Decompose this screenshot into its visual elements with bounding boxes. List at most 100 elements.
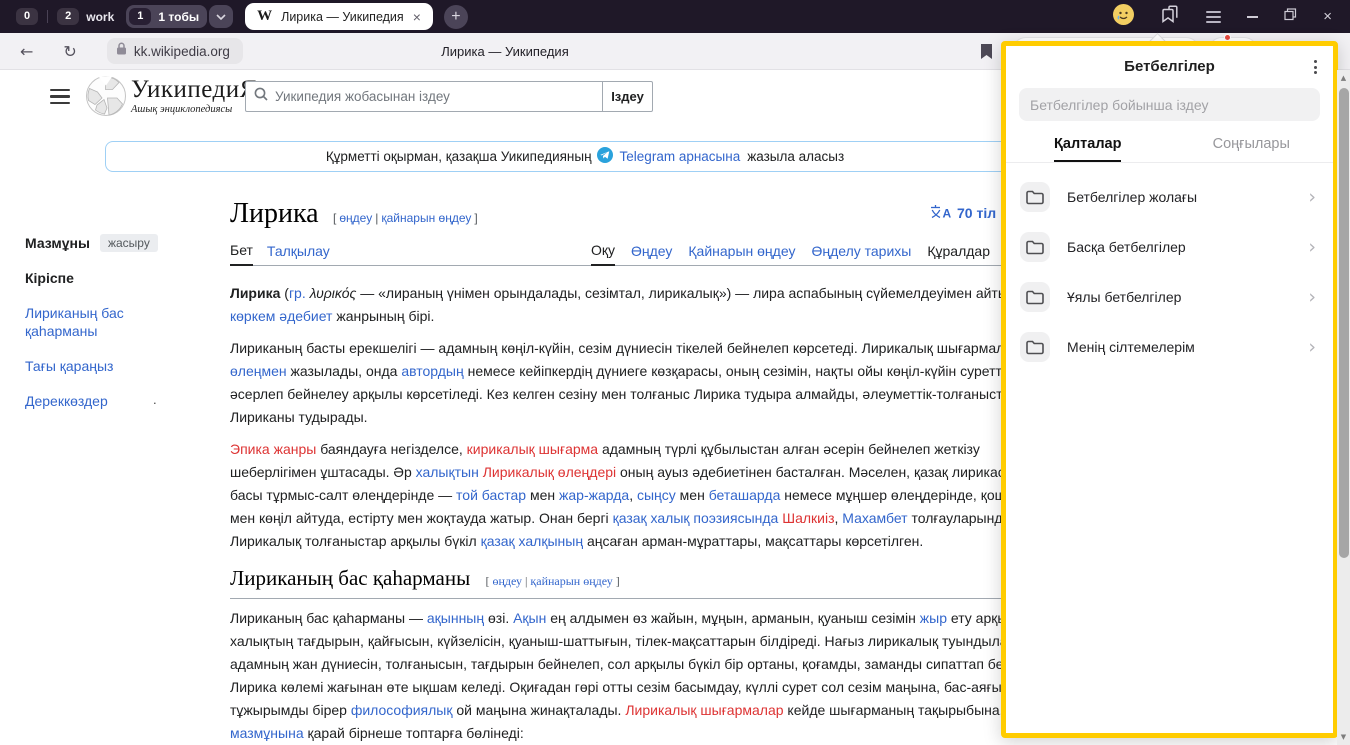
banner-text: жазыла аласыз xyxy=(747,149,844,164)
toc-hide-button[interactable]: жасыру xyxy=(100,234,158,252)
tab-history[interactable]: Өңделу тарихы xyxy=(811,243,911,265)
scroll-up-icon[interactable]: ▲ xyxy=(1337,74,1350,82)
chevron-right-icon: › xyxy=(1308,288,1316,307)
wikipedia-wordmark[interactable]: УикипедиЯ Ашық энциклопедиясы xyxy=(131,77,257,115)
folder-item-mobile-bookmarks[interactable]: Ұялы бетбелгілер › xyxy=(1006,272,1333,322)
kebab-menu-icon[interactable] xyxy=(1312,58,1319,76)
language-selector[interactable]: A 70 тіл xyxy=(930,204,996,222)
close-window-button[interactable]: × xyxy=(1323,9,1332,24)
tab-article[interactable]: Бет xyxy=(230,242,253,266)
wiki-link[interactable]: мазмұнына xyxy=(230,725,304,741)
telegram-banner: Құрметті оқырман, қазақша Уикипедияның T… xyxy=(105,141,1065,172)
edit-source-link[interactable]: қайнарын өңдеу xyxy=(381,211,471,225)
url-field[interactable]: kk.wikipedia.org xyxy=(107,38,243,64)
folder-icon xyxy=(1020,282,1050,312)
tab-tools[interactable]: Құралдар xyxy=(927,243,990,265)
wiki-link[interactable]: беташарда xyxy=(709,487,781,503)
tab-group-toby-count: 1 xyxy=(129,8,151,25)
wiki-link[interactable]: жар-жарда xyxy=(559,487,629,503)
bookmarks-search-input[interactable] xyxy=(1019,88,1320,121)
wiki-link[interactable]: Ақын xyxy=(513,610,546,626)
scrollbar-thumb[interactable] xyxy=(1339,88,1349,558)
active-tab[interactable]: W Лирика — Уикипедия × xyxy=(245,3,433,30)
folder-icon xyxy=(1020,182,1050,212)
tab-group-toby[interactable]: 1 1 тобы xyxy=(126,5,207,28)
wiki-link[interactable]: қазақ халқының xyxy=(481,533,583,549)
chevron-right-icon: › xyxy=(1308,188,1316,207)
toc-item-kirispe[interactable]: Кіріспе xyxy=(25,269,195,287)
divider xyxy=(47,10,48,23)
wiki-redlink[interactable]: Лирикалық шығармалар xyxy=(625,702,783,718)
tab-talk[interactable]: Талқылау xyxy=(267,243,330,265)
chevron-right-icon: › xyxy=(1308,338,1316,357)
wiki-link[interactable]: гр. xyxy=(289,285,306,301)
tab-group-chevron-down-icon[interactable] xyxy=(209,5,233,28)
edit-link[interactable]: өңдеу xyxy=(492,574,522,588)
wiki-link[interactable]: қазақ халық поэзиясында xyxy=(613,510,779,526)
bookmarks-panel-icon[interactable] xyxy=(1160,4,1180,29)
wiki-link[interactable]: той бастар xyxy=(456,487,526,503)
wiki-redlink[interactable]: Шалкиіз xyxy=(782,510,834,526)
wiki-link[interactable]: Махамбет xyxy=(842,510,907,526)
wiki-search-button[interactable]: Іздеу xyxy=(603,81,653,112)
wiki-link[interactable]: жыр xyxy=(920,610,947,626)
tab-read[interactable]: Оқу xyxy=(591,242,615,266)
minimize-button[interactable] xyxy=(1247,16,1258,18)
banner-text: Құрметті оқырман, қазақша Уикипедияның xyxy=(326,149,592,164)
wiki-link[interactable]: автордың xyxy=(401,363,463,379)
wiki-link[interactable]: ақынның xyxy=(427,610,484,626)
wiki-link[interactable]: халықтын xyxy=(416,464,479,480)
wiki-redlink[interactable]: кирикалық шығарма xyxy=(467,441,598,457)
folder-item-other-bookmarks[interactable]: Басқа бетбелгілер › xyxy=(1006,222,1333,272)
page-scrollbar[interactable]: ▲ ▼ xyxy=(1337,70,1350,745)
tab-edit[interactable]: Өңдеу xyxy=(631,243,672,265)
new-tab-button[interactable]: + xyxy=(444,5,468,29)
tab-group-work-label[interactable]: work xyxy=(86,10,114,24)
section-edit-links: [өңдеу|қайнарын өңдеу] xyxy=(485,574,619,588)
wikipedia-logo[interactable] xyxy=(85,75,127,122)
wiki-redlink[interactable]: Эпика жанры xyxy=(230,441,316,457)
wiki-link[interactable]: сыңсу xyxy=(637,487,676,503)
profile-avatar[interactable] xyxy=(1113,4,1134,30)
bookmarks-title: Бетбелгілер xyxy=(1124,58,1215,75)
tab-group-toby-label: 1 тобы xyxy=(158,10,199,24)
bookmarks-tabs: Қалталар Соңғылары xyxy=(1006,121,1333,163)
wiki-logo-title: УикипедиЯ xyxy=(131,77,257,103)
toc-item-derekkozder[interactable]: Дереккөздер xyxy=(25,392,195,410)
tab-recent[interactable]: Соңғылары xyxy=(1170,121,1334,162)
scroll-down-icon[interactable]: ▼ xyxy=(1337,733,1350,741)
browser-menu-icon[interactable] xyxy=(1206,11,1221,23)
bookmarks-folder-list: Бетбелгілер жолағы › Басқа бетбелгілер ›… xyxy=(1006,163,1333,372)
telegram-link[interactable]: Telegram арнасына xyxy=(620,149,741,164)
back-icon[interactable]: ← xyxy=(20,42,33,61)
wiki-redlink[interactable]: Лирикалық өлеңдері xyxy=(483,464,616,480)
tab-folders[interactable]: Қалталар xyxy=(1006,121,1170,162)
wiki-menu-icon[interactable] xyxy=(50,89,70,104)
maximize-button[interactable] xyxy=(1284,8,1297,26)
tab-close-icon[interactable]: × xyxy=(413,10,421,24)
wiki-link[interactable]: көркем әдебиет xyxy=(230,308,332,324)
stray-mark: . xyxy=(153,392,157,407)
toc-item-bas-kaharmany[interactable]: Лириканың бас қаһарманы xyxy=(25,304,160,340)
bookmark-filled-icon[interactable] xyxy=(980,43,993,65)
bookmarks-popup-highlight: Бетбелгілер Қалталар Соңғылары Бетбелгіл… xyxy=(1001,41,1338,738)
toc-item-tagy-karanyz[interactable]: Тағы қараңыз xyxy=(25,357,195,375)
page-title: Лирика xyxy=(230,198,319,229)
tab-group-work-count[interactable]: 2 xyxy=(57,8,79,25)
edit-link[interactable]: өңдеу xyxy=(339,211,372,225)
lock-icon xyxy=(116,42,127,60)
tab-edit-source[interactable]: Қайнарын өңдеу xyxy=(688,243,795,265)
wiki-link[interactable]: өлеңмен xyxy=(230,363,287,379)
language-count: 70 тіл xyxy=(957,205,996,221)
folder-item-bookmarks-bar[interactable]: Бетбелгілер жолағы › xyxy=(1006,172,1333,222)
edit-source-link[interactable]: қайнарын өңдеу xyxy=(530,574,612,588)
folder-item-my-links[interactable]: Менің сілтемелерім › xyxy=(1006,322,1333,372)
reload-icon[interactable]: ↻ xyxy=(63,42,76,61)
wiki-search-input[interactable] xyxy=(275,89,594,104)
wiki-logo-subtitle: Ашық энциклопедиясы xyxy=(131,104,257,115)
url-text: kk.wikipedia.org xyxy=(134,44,230,59)
wikipedia-favicon: W xyxy=(257,8,272,25)
wiki-search-box[interactable] xyxy=(245,81,603,112)
wiki-link[interactable]: философиялық xyxy=(351,702,453,718)
tab-group-zero[interactable]: 0 xyxy=(16,8,38,25)
